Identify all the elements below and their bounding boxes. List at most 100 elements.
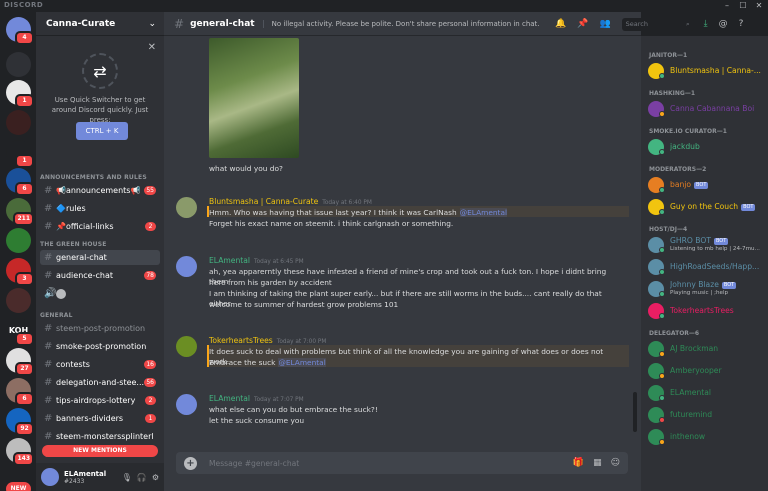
channel-item[interactable]: # smoke-post-promotion (40, 339, 160, 354)
guild-paper-icon[interactable]: 143 (6, 438, 34, 466)
member-name: GHRO BOT BOT (670, 236, 729, 245)
channel-item[interactable]: # tips-airdrops-lottery 2 (40, 393, 160, 408)
download-icon[interactable]: ⤓ (704, 19, 708, 29)
guild-race-icon[interactable]: 92 (6, 408, 34, 436)
channel-item[interactable]: # audience-chat 78 (40, 268, 160, 283)
guild-ring-icon[interactable] (6, 52, 31, 77)
channel-item[interactable]: # general-chat (40, 250, 160, 265)
member-item[interactable]: banjo BOT (648, 175, 764, 195)
member-name: inthenow (670, 432, 705, 441)
guild-bird-icon[interactable]: 1 (6, 140, 34, 168)
guild-wreath-icon[interactable] (6, 110, 31, 135)
status-indicator (659, 395, 665, 401)
voice-channel-users[interactable]: 🔊 (40, 286, 160, 301)
member-item[interactable]: HighRoadSeeds/Happ... (648, 257, 764, 277)
member-item[interactable]: TokerheartsTrees (648, 301, 764, 321)
channel-name: steem-post-promotion (56, 324, 146, 333)
new-guilds-badge[interactable]: NEW (6, 482, 31, 491)
member-name-text: banjo (670, 180, 692, 189)
guild-steemit-icon[interactable]: 6 (6, 168, 34, 196)
channel-item[interactable]: # contests 16 (40, 357, 160, 372)
category-header[interactable]: THE GREEN HOUSE (40, 241, 107, 248)
avatar[interactable] (176, 336, 197, 357)
new-mentions-button[interactable]: NEW MENTIONS (42, 445, 158, 457)
search-input[interactable]: Search ⌕ (621, 17, 694, 31)
guild-weed-icon[interactable]: 3 (6, 258, 34, 286)
help-icon[interactable]: ? (739, 19, 744, 29)
quick-switcher-button[interactable]: CTRL + K (76, 122, 128, 140)
message-line: Embrace the suck (209, 358, 276, 367)
guild-cartoon-icon[interactable]: 27 (6, 348, 34, 376)
guild-mandala-icon[interactable] (6, 288, 31, 313)
message-header: TokerheartsTrees Today at 7:00 PM (209, 336, 326, 345)
gif-icon[interactable]: ▦ (593, 458, 602, 468)
category-header[interactable]: GENERAL (40, 312, 73, 319)
avatar[interactable] (176, 256, 197, 277)
message-author[interactable]: ELAmental (209, 256, 250, 265)
minimize-button[interactable]: – (720, 0, 734, 12)
server-header[interactable]: Canna-Curate ⌄ (36, 12, 164, 36)
channel-item[interactable]: # 📌official-links 2 (40, 219, 160, 234)
upload-plus-icon[interactable]: + (184, 456, 197, 470)
maximize-button[interactable]: ☐ (736, 0, 750, 12)
chevron-down-icon[interactable]: ⌄ (148, 19, 156, 29)
member-item[interactable]: Amberyooper (648, 361, 764, 381)
hash-icon: # (44, 252, 53, 263)
bell-icon[interactable]: 🔔 (555, 19, 566, 29)
channel-item[interactable]: # steem-post-promotion (40, 321, 160, 336)
message-author[interactable]: Bluntsmasha | Canna-Curate (209, 197, 318, 206)
role-header: JANITOR—1 (649, 52, 688, 59)
member-item[interactable]: AJ Brockman (648, 339, 764, 359)
member-item[interactable]: jackdub (648, 137, 764, 157)
gift-icon[interactable]: 🎁 (573, 458, 584, 468)
image-attachment[interactable] (209, 38, 299, 158)
channel-item[interactable]: # delegation-and-stee... 56 (40, 375, 160, 390)
role-header: HOST/DJ—4 (649, 226, 688, 233)
mention-count-badge: 56 (144, 378, 156, 387)
channel-item[interactable]: # 📢announcements📢 55 (40, 183, 160, 198)
gear-icon[interactable]: ⚙ (152, 473, 159, 482)
role-header: MODERATORS—2 (649, 166, 707, 173)
channel-item[interactable]: # banners-dividers 1 (40, 411, 160, 426)
message-author[interactable]: TokerheartsTrees (209, 336, 273, 345)
message-input[interactable]: + Message #general-chat 🎁 ▦ ☺ (176, 452, 628, 474)
message-author[interactable]: ELAmental (209, 394, 250, 403)
guild-red-icon[interactable]: 1 (6, 80, 34, 108)
guild-koh-icon[interactable]: KOH 5 (6, 318, 34, 346)
close-window-button[interactable]: ✕ (752, 0, 766, 12)
message-timestamp: Today at 6:45 PM (254, 259, 304, 265)
mention-badge: 3 (15, 272, 34, 286)
microphone-icon[interactable]: 🎙 (122, 473, 132, 482)
home-icon[interactable]: 4 (6, 17, 34, 45)
user-mention[interactable]: @ELAmental (278, 358, 326, 367)
close-icon[interactable]: ✕ (148, 42, 156, 53)
member-name: HighRoadSeeds/Happ... (670, 262, 759, 271)
scrollbar[interactable] (633, 392, 637, 432)
member-item[interactable]: inthenow (648, 427, 764, 447)
hash-icon: # (44, 359, 53, 370)
category-header[interactable]: ANNOUNCEMENTS AND RULES (40, 174, 147, 181)
channel-item[interactable]: # steem-monsterssplinterl (40, 429, 160, 444)
members-icon[interactable]: 👥 (599, 19, 610, 29)
member-item[interactable]: Johnny Blaze BOT Playing music | ;help (648, 279, 764, 299)
user-mention[interactable]: @ELAmental (459, 208, 508, 217)
avatar[interactable] (176, 197, 197, 218)
avatar[interactable] (176, 394, 197, 415)
emoji-icon[interactable]: ☺ (611, 458, 620, 468)
channel-item[interactable]: # 🔷rules (40, 201, 160, 216)
pin-icon[interactable]: 📌 (577, 19, 588, 29)
member-item[interactable]: Bluntsmasha | Canna-... (648, 61, 764, 81)
member-item[interactable]: Canna Cabannana Boi (648, 99, 764, 119)
member-item[interactable]: GHRO BOT BOT Listening to mb help | 24-7mu… (648, 235, 764, 255)
member-item[interactable]: ELAmental (648, 383, 764, 403)
member-item[interactable]: futuremind (648, 405, 764, 425)
swap-arrows-icon: ⇄ (82, 53, 118, 89)
guild-leaf-icon[interactable]: 211 (6, 198, 34, 226)
headphones-icon[interactable]: 🎧 (137, 473, 147, 482)
guild-dog-icon[interactable]: 6 (6, 378, 34, 406)
member-item[interactable]: Guy on the Couch BOT (648, 197, 764, 217)
avatar[interactable] (56, 288, 66, 299)
mentions-at-icon[interactable]: @ (719, 19, 728, 29)
guild-canna-icon[interactable] (6, 228, 31, 253)
avatar[interactable] (41, 468, 59, 486)
